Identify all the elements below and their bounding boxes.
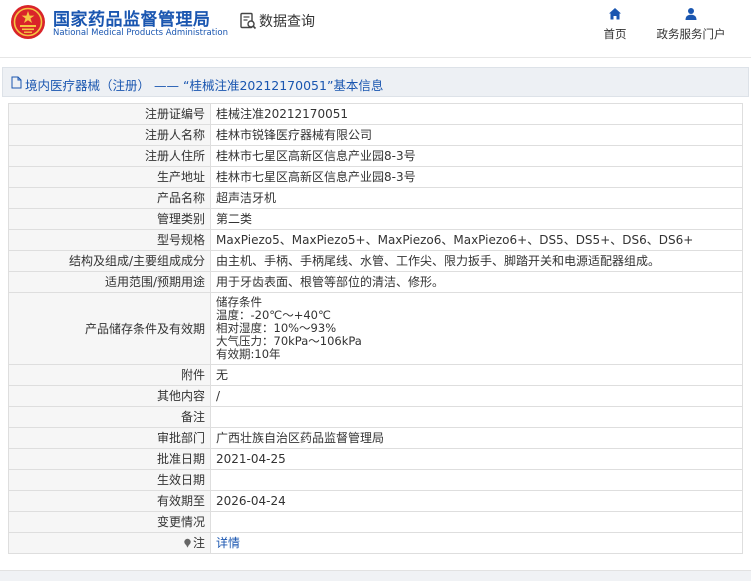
- row-label: 适用范围/预期用途: [8, 271, 211, 293]
- nav-home-label: 首页: [603, 27, 627, 41]
- detail-table-wrapper: 注册证编号 桂械注准20212170051 注册人名称 桂林市锐锋医疗器械有限公…: [8, 103, 743, 554]
- nav-service-portal[interactable]: 政务服务门户: [650, 6, 732, 42]
- row-label: 产品储存条件及有效期: [8, 292, 211, 365]
- row-value: 2026-04-24: [210, 490, 743, 512]
- row-value: [210, 469, 743, 491]
- header-divider: [0, 57, 751, 58]
- nav-service-label: 政务服务门户: [656, 27, 726, 41]
- data-query-label[interactable]: 数据查询: [259, 11, 315, 31]
- row-value-link-cell: 详情: [210, 532, 743, 554]
- row-label: 注: [192, 536, 205, 550]
- table-row: 变更情况: [8, 511, 743, 533]
- row-label: 生效日期: [8, 469, 211, 491]
- org-name-en[interactable]: National Medical Products Administration: [53, 28, 228, 38]
- row-value: 超声洁牙机: [210, 187, 743, 209]
- row-value: 2021-04-25: [210, 448, 743, 470]
- row-label: 其他内容: [8, 385, 211, 407]
- table-row: 其他内容 /: [8, 385, 743, 407]
- details-link[interactable]: 详情: [216, 536, 240, 550]
- row-value: [210, 511, 743, 533]
- row-value-multiline: 储存条件 温度：-20℃～+40℃ 相对湿度：10%～93% 大气压力：70kP…: [210, 292, 743, 365]
- bottom-scroll-bar: [0, 570, 751, 581]
- row-label: 审批部门: [8, 427, 211, 449]
- row-value: 无: [210, 364, 743, 386]
- table-row: 注 详情: [8, 532, 743, 554]
- row-label: 批准日期: [8, 448, 211, 470]
- row-label: 生产地址: [8, 166, 211, 188]
- pin-icon: [184, 538, 191, 548]
- row-value: [210, 406, 743, 428]
- table-row: 产品名称 超声洁牙机: [8, 187, 743, 209]
- row-value: /: [210, 385, 743, 407]
- table-row: 结构及组成/主要组成成分 由主机、手柄、手柄尾线、水管、工作尖、限力扳手、脚踏开…: [8, 250, 743, 272]
- home-icon: [609, 8, 621, 20]
- table-row: 生效日期: [8, 469, 743, 491]
- row-value: 桂林市七星区高新区信息产业园8-3号: [210, 166, 743, 188]
- table-row: 注册证编号 桂械注准20212170051: [8, 103, 743, 125]
- site-header: 国家药品监督管理局 National Medical Products Admi…: [0, 0, 751, 56]
- table-row: 附件 无: [8, 364, 743, 386]
- table-row: 生产地址 桂林市七星区高新区信息产业园8-3号: [8, 166, 743, 188]
- storage-line: 大气压力：70kPa～106kPa: [216, 334, 362, 348]
- row-label: 结构及组成/主要组成成分: [8, 250, 211, 272]
- note-label-cell: 注: [8, 532, 211, 554]
- breadcrumb-category[interactable]: 境内医疗器械（注册）: [25, 78, 150, 93]
- table-row: 有效期至 2026-04-24: [8, 490, 743, 512]
- row-value: 用于牙齿表面、根管等部位的清洁、修形。: [210, 271, 743, 293]
- row-value: 桂械注准20212170051: [210, 103, 743, 125]
- table-row: 批准日期 2021-04-25: [8, 448, 743, 470]
- table-row: 型号规格 MaxPiezo5、MaxPiezo5+、MaxPiezo6、MaxP…: [8, 229, 743, 251]
- row-value: 广西壮族自治区药品监督管理局: [210, 427, 743, 449]
- table-row: 注册人住所 桂林市七星区高新区信息产业园8-3号: [8, 145, 743, 167]
- detail-table: 注册证编号 桂械注准20212170051 注册人名称 桂林市锐锋医疗器械有限公…: [8, 103, 743, 554]
- user-icon: [685, 8, 697, 20]
- breadcrumb-separator: ——: [154, 78, 179, 93]
- breadcrumb: 境内医疗器械（注册） —— “桂械注准20212170051”基本信息: [2, 67, 749, 97]
- table-row: 适用范围/预期用途 用于牙齿表面、根管等部位的清洁、修形。: [8, 271, 743, 293]
- table-row: 审批部门 广西壮族自治区药品监督管理局: [8, 427, 743, 449]
- row-label: 注册证编号: [8, 103, 211, 125]
- row-label: 变更情况: [8, 511, 211, 533]
- breadcrumb-text: 境内医疗器械（注册） —— “桂械注准20212170051”基本信息: [25, 75, 383, 94]
- row-value: 由主机、手柄、手柄尾线、水管、工作尖、限力扳手、脚踏开关和电源适配器组成。: [210, 250, 743, 272]
- document-icon: [11, 76, 22, 89]
- org-name-cn[interactable]: 国家药品监督管理局: [53, 5, 211, 30]
- nav-home[interactable]: 首页: [598, 6, 632, 42]
- row-label: 型号规格: [8, 229, 211, 251]
- row-label: 附件: [8, 364, 211, 386]
- row-label: 注册人名称: [8, 124, 211, 146]
- row-label: 有效期至: [8, 490, 211, 512]
- breadcrumb-title: “桂械注准20212170051”基本信息: [182, 78, 384, 93]
- table-row: 备注: [8, 406, 743, 428]
- row-value: 第二类: [210, 208, 743, 230]
- storage-line: 有效期:10年: [216, 347, 281, 361]
- table-row: 注册人名称 桂林市锐锋医疗器械有限公司: [8, 124, 743, 146]
- row-value: 桂林市锐锋医疗器械有限公司: [210, 124, 743, 146]
- row-label: 产品名称: [8, 187, 211, 209]
- data-query-icon[interactable]: [239, 12, 257, 30]
- table-row: 产品储存条件及有效期 储存条件 温度：-20℃～+40℃ 相对湿度：10%～93…: [8, 292, 743, 365]
- row-value: 桂林市七星区高新区信息产业园8-3号: [210, 145, 743, 167]
- row-label: 注册人住所: [8, 145, 211, 167]
- table-row: 管理类别 第二类: [8, 208, 743, 230]
- row-value: MaxPiezo5、MaxPiezo5+、MaxPiezo6、MaxPiezo6…: [210, 229, 743, 251]
- row-label: 管理类别: [8, 208, 211, 230]
- row-label: 备注: [8, 406, 211, 428]
- national-emblem-icon[interactable]: [10, 4, 46, 40]
